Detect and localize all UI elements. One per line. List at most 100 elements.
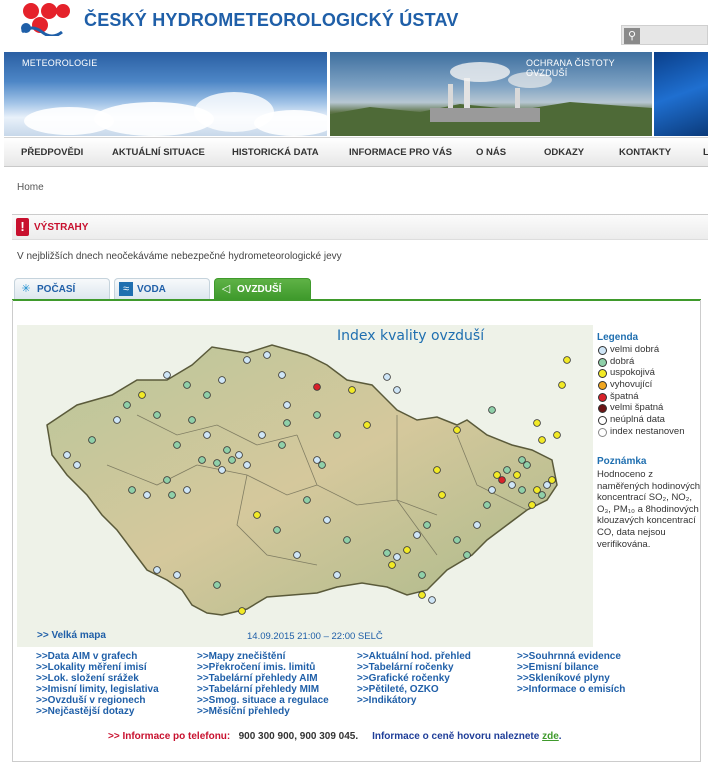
station-marker[interactable] xyxy=(483,501,491,509)
station-marker[interactable] xyxy=(348,386,356,394)
banner-ovzdusi[interactable]: OCHRANA ČISTOTY OVZDUŠÍ xyxy=(330,52,652,136)
station-marker[interactable] xyxy=(253,511,261,519)
air-quality-map[interactable]: Index kvality ovzduší >> Velká mapa 14.0… xyxy=(17,325,593,647)
station-marker[interactable] xyxy=(243,461,251,469)
station-marker[interactable] xyxy=(553,431,561,439)
station-marker[interactable] xyxy=(183,381,191,389)
station-marker[interactable] xyxy=(363,421,371,429)
nav-informace[interactable]: INFORMACE PRO VÁS xyxy=(349,147,452,158)
tab-pocasi[interactable]: ✳ POČASÍ xyxy=(14,278,110,299)
station-marker[interactable] xyxy=(428,596,436,604)
station-marker[interactable] xyxy=(113,416,121,424)
station-marker[interactable] xyxy=(143,491,151,499)
station-marker[interactable] xyxy=(333,431,341,439)
station-marker[interactable] xyxy=(418,591,426,599)
station-marker[interactable] xyxy=(278,441,286,449)
site-title[interactable]: ČESKÝ HYDROMETEOROLOGICKÝ ÚSTAV xyxy=(84,10,459,31)
station-marker[interactable] xyxy=(235,451,243,459)
station-marker[interactable] xyxy=(213,459,221,467)
link-item[interactable]: >>Data AIM v grafech xyxy=(36,651,159,662)
link-item[interactable]: >>Tabelární přehledy AIM xyxy=(197,673,329,684)
station-marker[interactable] xyxy=(223,446,231,454)
station-marker[interactable] xyxy=(203,431,211,439)
station-marker[interactable] xyxy=(343,536,351,544)
station-marker[interactable] xyxy=(63,451,71,459)
nav-historicka-data[interactable]: HISTORICKÁ DATA xyxy=(232,147,319,158)
chmi-logo[interactable] xyxy=(18,2,70,38)
station-marker[interactable] xyxy=(293,551,301,559)
station-marker[interactable] xyxy=(263,351,271,359)
station-marker[interactable] xyxy=(393,553,401,561)
nav-predpovedi[interactable]: PŘEDPOVĚDI xyxy=(21,147,83,158)
station-marker[interactable] xyxy=(388,561,396,569)
station-marker[interactable] xyxy=(73,461,81,469)
station-marker[interactable] xyxy=(173,441,181,449)
station-marker[interactable] xyxy=(318,461,326,469)
link-item[interactable]: >>Grafické ročenky xyxy=(357,673,471,684)
link-item[interactable]: >>Smog. situace a regulace xyxy=(197,695,329,706)
station-marker[interactable] xyxy=(173,571,181,579)
station-marker[interactable] xyxy=(563,356,571,364)
nav-more[interactable]: L xyxy=(703,147,708,158)
station-marker[interactable] xyxy=(413,531,421,539)
station-marker[interactable] xyxy=(438,491,446,499)
nav-o-nas[interactable]: O NÁS xyxy=(476,147,506,158)
station-marker[interactable] xyxy=(508,481,516,489)
nav-aktualni-situace[interactable]: AKTUÁLNÍ SITUACE xyxy=(112,147,205,158)
station-marker[interactable] xyxy=(198,456,206,464)
link-item[interactable]: >>Ovzduší v regionech xyxy=(36,695,159,706)
station-marker[interactable] xyxy=(183,486,191,494)
link-item[interactable]: >>Imisní limity, legislativa xyxy=(36,684,159,695)
station-marker[interactable] xyxy=(383,373,391,381)
station-marker[interactable] xyxy=(503,466,511,474)
station-marker[interactable] xyxy=(153,566,161,574)
link-item[interactable]: >>Skleníkové plyny xyxy=(517,673,625,684)
station-marker[interactable] xyxy=(163,476,171,484)
station-marker[interactable] xyxy=(203,391,211,399)
station-marker[interactable] xyxy=(128,486,136,494)
station-marker[interactable] xyxy=(238,607,246,615)
station-marker[interactable] xyxy=(473,521,481,529)
banner-voda[interactable] xyxy=(654,52,708,136)
link-item[interactable]: >>Lok. složení srážek xyxy=(36,673,159,684)
link-item[interactable]: >>Měsíční přehledy xyxy=(197,706,329,717)
station-marker[interactable] xyxy=(548,476,556,484)
station-marker[interactable] xyxy=(498,476,506,484)
station-marker[interactable] xyxy=(403,546,411,554)
station-marker[interactable] xyxy=(538,436,546,444)
nav-kontakty[interactable]: KONTAKTY xyxy=(619,147,671,158)
station-marker[interactable] xyxy=(528,501,536,509)
price-info-link[interactable]: zde xyxy=(542,731,559,742)
station-marker[interactable] xyxy=(218,466,226,474)
link-item[interactable]: >>Emisní bilance xyxy=(517,662,625,673)
link-item[interactable]: >>Indikátory xyxy=(357,695,471,706)
search-icon[interactable]: ⚲ xyxy=(624,28,640,44)
station-marker[interactable] xyxy=(453,536,461,544)
breadcrumb[interactable]: Home xyxy=(17,182,44,193)
station-marker[interactable] xyxy=(313,411,321,419)
station-marker[interactable] xyxy=(463,551,471,559)
tab-voda[interactable]: ≈ VODA xyxy=(114,278,210,299)
station-marker[interactable] xyxy=(188,416,196,424)
station-marker[interactable] xyxy=(218,376,226,384)
link-item[interactable]: >>Aktuální hod. přehled xyxy=(357,651,471,662)
station-marker[interactable] xyxy=(228,456,236,464)
link-item[interactable]: >>Souhrnná evidence xyxy=(517,651,625,662)
link-item[interactable]: >>Nejčastější dotazy xyxy=(36,706,159,717)
station-marker[interactable] xyxy=(153,411,161,419)
station-marker[interactable] xyxy=(213,581,221,589)
station-marker[interactable] xyxy=(418,571,426,579)
station-marker[interactable] xyxy=(138,391,146,399)
link-item[interactable]: >>Tabelární přehledy MIM xyxy=(197,684,329,695)
station-marker[interactable] xyxy=(313,383,321,391)
station-marker[interactable] xyxy=(393,386,401,394)
link-item[interactable]: >>Pětileté, OZKO xyxy=(357,684,471,695)
warnings-title[interactable]: VÝSTRAHY xyxy=(34,222,88,233)
tab-ovzdusi[interactable]: ◁ OVZDUŠÍ xyxy=(214,278,311,299)
station-marker[interactable] xyxy=(558,381,566,389)
station-marker[interactable] xyxy=(168,491,176,499)
station-marker[interactable] xyxy=(423,521,431,529)
station-marker[interactable] xyxy=(278,371,286,379)
station-marker[interactable] xyxy=(273,526,281,534)
nav-odkazy[interactable]: ODKAZY xyxy=(544,147,584,158)
